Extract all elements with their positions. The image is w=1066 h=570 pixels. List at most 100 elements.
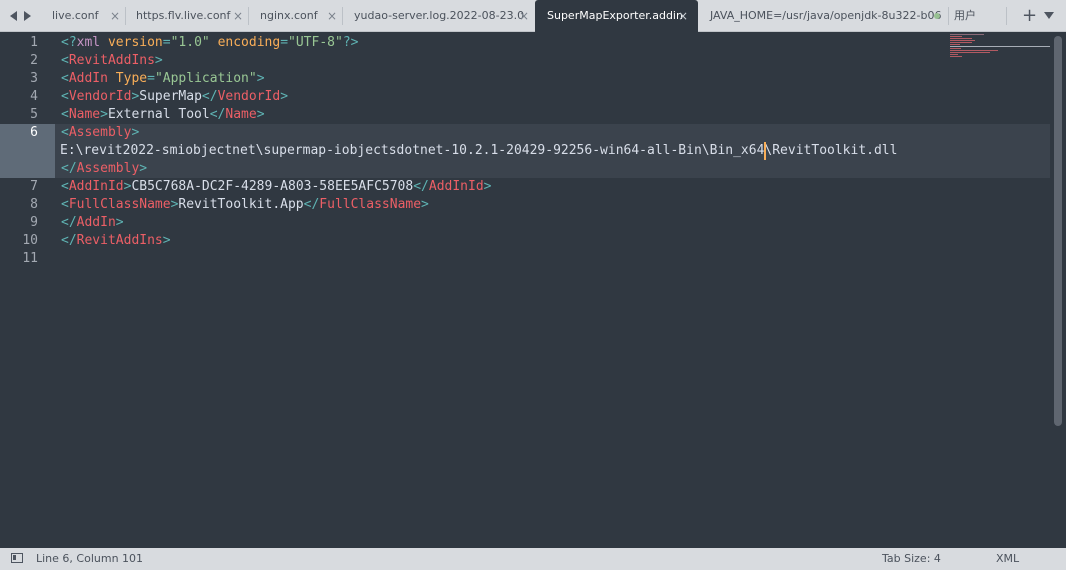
code-token: RevitAddIns xyxy=(76,233,163,248)
minimap-line xyxy=(950,38,972,39)
line-number: 1 xyxy=(30,35,38,50)
chevron-down-icon[interactable] xyxy=(1044,12,1054,19)
plus-icon[interactable]: + xyxy=(1022,4,1037,28)
code-token: < xyxy=(61,71,69,86)
code-token: = xyxy=(280,35,289,50)
code-line-10: </RevitAddIns> xyxy=(61,232,171,250)
minimap-line xyxy=(950,56,962,57)
code-token: SuperMap xyxy=(139,89,202,104)
code-token: Type xyxy=(115,71,148,86)
tab-user[interactable]: 用户 xyxy=(942,0,1002,32)
code-token: AddInId xyxy=(428,179,484,194)
minimap-line xyxy=(950,46,1050,47)
code-token: </ xyxy=(61,233,77,248)
tab-label: yudao-server.log.2022-08-23.0 xyxy=(354,9,525,22)
line-number-current: 6 xyxy=(30,125,38,140)
code-token: <? xyxy=(61,35,77,50)
line-number: 2 xyxy=(30,53,38,68)
code-token: > xyxy=(483,179,492,194)
close-icon[interactable]: × xyxy=(678,0,688,32)
code-token: encoding xyxy=(217,35,281,50)
code-token: E:\revit2022-smiobjectnet\supermap-iobje… xyxy=(60,143,765,158)
code-token: AddIn xyxy=(68,71,108,86)
code-token: CB5C768A-DC2F-4289-A803-58EE5AFC5708 xyxy=(131,179,414,194)
code-token: > xyxy=(280,89,289,104)
code-line-8: <FullClassName>RevitToolkit.App</FullCla… xyxy=(61,196,429,214)
close-icon[interactable]: × xyxy=(233,0,243,32)
tab-yudao-server-log[interactable]: yudao-server.log.2022-08-23.0 × xyxy=(342,0,534,32)
code-token: </ xyxy=(303,197,320,212)
cursor-position[interactable]: Line 6, Column 101 xyxy=(36,548,143,570)
tab-java-home[interactable]: JAVA_HOME=/usr/java/openjdk-8u322-b06 xyxy=(698,0,948,32)
tab-https-flv-live-conf[interactable]: https.flv.live.conf × xyxy=(124,0,248,32)
line-number: 3 xyxy=(30,71,38,86)
code-token: > xyxy=(162,233,171,248)
code-token: "Application" xyxy=(154,71,257,86)
code-token: RevitToolkit.App xyxy=(178,197,304,212)
code-token: </ xyxy=(209,107,226,122)
back-icon[interactable] xyxy=(10,11,17,21)
code-token: Assembly xyxy=(76,161,140,176)
code-token: xml xyxy=(76,35,101,50)
code-line-9: </AddIn> xyxy=(61,214,124,232)
code-token: > xyxy=(115,215,124,230)
code-token: > xyxy=(131,125,140,140)
code-token: Name xyxy=(68,107,101,122)
code-token: < xyxy=(61,125,69,140)
modified-dot-icon[interactable] xyxy=(934,13,940,19)
code-token: RevitAddIns xyxy=(68,53,155,68)
line-number: 9 xyxy=(30,215,38,230)
code-token: FullClassName xyxy=(319,197,422,212)
code-token: < xyxy=(61,53,69,68)
code-token: \RevitToolkit.dll xyxy=(764,143,898,158)
code-token: < xyxy=(61,179,69,194)
tab-nginx-conf[interactable]: nginx.conf × xyxy=(248,0,342,32)
code-line-2: <RevitAddIns> xyxy=(61,52,163,70)
tab-label: live.conf xyxy=(52,9,99,22)
code-line-7: < AddInId> CB5C768A-DC2F-4289-A803-58EE5AF… xyxy=(61,178,492,196)
code-token: > xyxy=(421,197,429,212)
line-number: 7 xyxy=(30,179,38,194)
minimap-line xyxy=(950,42,972,43)
tab-nav xyxy=(0,0,40,32)
vertical-scrollbar[interactable] xyxy=(1054,36,1062,426)
tab-label: SuperMapExporter.addin xyxy=(547,9,683,22)
code-token: </ xyxy=(201,89,218,104)
editor-window: live.conf × https.flv.live.conf × nginx.… xyxy=(0,0,1066,570)
code-token: VendorId xyxy=(68,89,132,104)
tab-live-conf[interactable]: live.conf × xyxy=(40,0,125,32)
code-token: > xyxy=(256,71,265,86)
line-number: 8 xyxy=(30,197,38,212)
tab-label: JAVA_HOME=/usr/java/openjdk-8u322-b06 xyxy=(710,9,942,22)
status-bar: Line 6, Column 101 Tab Size: 4 XML xyxy=(0,548,1066,570)
code-text[interactable]: <?xml version="1.0" encoding="UTF-8"?> <… xyxy=(60,32,897,464)
code-line-4: <VendorId>SuperMap</VendorId> xyxy=(61,88,288,106)
code-token: = xyxy=(147,71,155,86)
tab-supermapexporter-addin[interactable]: SuperMapExporter.addin × xyxy=(535,0,698,32)
forward-icon[interactable] xyxy=(24,11,31,21)
minimap-line xyxy=(950,40,975,41)
minimap-line xyxy=(950,34,984,35)
close-icon[interactable]: × xyxy=(327,0,337,32)
tab-label: 用户 xyxy=(954,9,976,22)
minimap[interactable] xyxy=(950,34,1050,64)
tab-label: nginx.conf xyxy=(260,9,318,22)
close-icon[interactable]: × xyxy=(519,0,529,32)
code-line-3: <AddIn Type="Application"> xyxy=(61,70,265,88)
code-token: </ xyxy=(61,161,77,176)
minimap-line xyxy=(950,50,998,51)
close-icon[interactable]: × xyxy=(110,0,120,32)
tab-label: https.flv.live.conf xyxy=(136,9,231,22)
code-token: "UTF-8" xyxy=(288,35,343,50)
tab-size[interactable]: Tab Size: 4 xyxy=(882,548,941,570)
code-token: Assembly xyxy=(68,125,132,140)
syntax-mode[interactable]: XML xyxy=(996,548,1019,570)
editor-area[interactable]: 1 2 3 4 5 6 7 8 9 10 11 <?xml version="1… xyxy=(0,32,1066,548)
tab-actions: + xyxy=(1006,0,1066,32)
code-token: < xyxy=(61,107,69,122)
code-line-6-part-1: <Assembly> xyxy=(61,124,139,142)
line-number: 4 xyxy=(30,89,38,104)
code-line-1: <?xml version="1.0" encoding="UTF-8"?> xyxy=(61,34,358,52)
minimap-line xyxy=(950,36,962,37)
panel-icon[interactable] xyxy=(11,553,23,563)
